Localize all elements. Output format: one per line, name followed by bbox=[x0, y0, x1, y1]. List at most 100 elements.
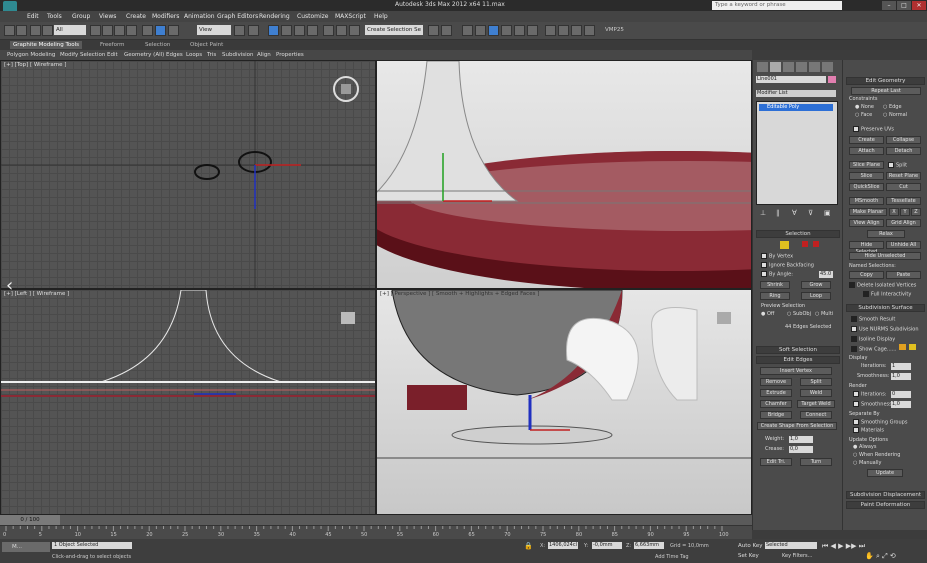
ribbon-properties[interactable]: Properties bbox=[276, 52, 304, 58]
render-iterative-icon[interactable] bbox=[545, 25, 556, 36]
reference-coord-dropdown[interactable]: View bbox=[197, 25, 231, 35]
menu-modifiers[interactable]: Modifiers bbox=[152, 13, 179, 20]
menu-views[interactable]: Views bbox=[99, 13, 116, 20]
slice-plane-button[interactable]: Slice Plane bbox=[849, 161, 884, 169]
menu-graph-editors[interactable]: Graph Editors bbox=[217, 13, 258, 20]
select-object-icon[interactable] bbox=[90, 25, 101, 36]
env-effects-icon[interactable] bbox=[571, 25, 582, 36]
constraint-normal-radio[interactable]: ○ Normal bbox=[883, 112, 907, 118]
cut-button[interactable]: Cut bbox=[886, 183, 921, 191]
delete-isolated-checkbox[interactable]: Delete Isolated Vertices bbox=[849, 282, 916, 289]
render-production-icon[interactable] bbox=[527, 25, 538, 36]
subdivision-surface-rollout[interactable]: Subdivision Surface bbox=[846, 304, 925, 312]
ribbon-loops[interactable]: Loops bbox=[186, 52, 202, 58]
use-nurms-checkbox[interactable]: Use NURMS Subdivision bbox=[851, 326, 919, 333]
time-slider[interactable]: 0 / 100 bbox=[0, 515, 752, 525]
pin-stack-icon[interactable]: ⊥ bbox=[760, 209, 766, 217]
remove-button[interactable]: Remove bbox=[760, 378, 792, 386]
select-scale-icon[interactable] bbox=[168, 25, 179, 36]
track-bar[interactable]: 0 5 10 15 20 25 30 35 40 45 50 55 60 65 70 75 80 85 90 95 10… bbox=[0, 525, 752, 539]
constraint-none-radio[interactable]: ● None bbox=[855, 104, 874, 110]
extrude-button[interactable]: Extrude bbox=[760, 389, 792, 397]
connect-button[interactable]: Connect bbox=[800, 411, 832, 419]
modify-tab-icon[interactable] bbox=[770, 62, 781, 72]
update-button[interactable]: Update bbox=[867, 469, 903, 477]
turn-button[interactable]: Turn bbox=[800, 458, 832, 466]
viewport-perspective[interactable]: [+] [ Perspective ] [ Smooth + Highlight… bbox=[376, 289, 752, 515]
viewport-label[interactable]: [+] [ Perspective ] [ Smooth + Highlight… bbox=[380, 291, 539, 297]
ribbon-polygon-modeling[interactable]: Polygon Modeling bbox=[7, 52, 55, 58]
window-crossing-icon[interactable] bbox=[126, 25, 137, 36]
set-key-button[interactable]: Set Key bbox=[738, 553, 759, 559]
grow-button[interactable]: Grow bbox=[801, 281, 831, 289]
smooth-result-checkbox[interactable]: Smooth Result bbox=[851, 316, 895, 323]
object-name-field[interactable]: Line001 bbox=[756, 76, 826, 83]
tab-selection[interactable]: Selection bbox=[145, 42, 170, 48]
render-setup-icon[interactable] bbox=[501, 25, 512, 36]
ignore-backfacing-checkbox[interactable]: Ignore Backfacing bbox=[761, 262, 814, 269]
edit-named-sets-icon[interactable] bbox=[323, 25, 334, 36]
ring-button[interactable]: Ring bbox=[760, 292, 790, 300]
chamfer-button[interactable]: Chamfer bbox=[760, 400, 792, 408]
y-coordinate-field[interactable]: -0,0mm bbox=[592, 542, 622, 549]
weld-button[interactable]: Weld bbox=[800, 389, 832, 397]
insert-vertex-button[interactable]: Insert Vertex bbox=[760, 367, 832, 375]
select-by-name-icon[interactable] bbox=[102, 25, 113, 36]
paint-deformation-rollout[interactable]: Paint Deformation bbox=[846, 501, 925, 509]
close-button[interactable]: ✕ bbox=[912, 1, 926, 10]
viewport-nav-icons[interactable]: ✋ ⌕ ⤢ ⟲ bbox=[865, 552, 896, 561]
maxscript-listener[interactable]: M... bbox=[2, 542, 50, 552]
smoothness-field[interactable]: 1,0 bbox=[891, 373, 911, 380]
ribbon-align[interactable]: Align bbox=[257, 52, 271, 58]
mirror-icon[interactable] bbox=[336, 25, 347, 36]
curve-editor-icon[interactable] bbox=[462, 25, 473, 36]
menu-customize[interactable]: Customize bbox=[297, 13, 329, 20]
utilities-tab-icon[interactable] bbox=[822, 62, 833, 72]
split-button[interactable]: Split bbox=[800, 378, 832, 386]
x-coordinate-field[interactable]: 1406,024cl bbox=[548, 542, 578, 549]
edge-subobject-icon[interactable] bbox=[780, 241, 789, 249]
full-interactivity-checkbox[interactable]: Full Interactivity bbox=[863, 291, 911, 298]
menu-tools[interactable]: Tools bbox=[47, 13, 62, 20]
by-angle-value[interactable]: 45.0 bbox=[819, 271, 833, 278]
render-message-icon[interactable] bbox=[584, 25, 595, 36]
update-manually-radio[interactable]: ○ Manually bbox=[853, 460, 881, 466]
maximize-button[interactable]: □ bbox=[897, 1, 911, 10]
viewport-camera-closeup[interactable] bbox=[376, 60, 752, 289]
make-planar-button[interactable]: Make Planar bbox=[849, 208, 887, 216]
ribbon-tris[interactable]: Tris bbox=[207, 52, 216, 58]
show-end-result-icon[interactable]: ∥ bbox=[776, 209, 780, 217]
motion-tab-icon[interactable] bbox=[796, 62, 807, 72]
slice-button[interactable]: Slice bbox=[849, 172, 884, 180]
materials-checkbox[interactable]: Materials bbox=[853, 427, 884, 434]
selected-set-dropdown[interactable]: Selected bbox=[765, 542, 817, 549]
soft-selection-rollout[interactable]: Soft Selection bbox=[756, 346, 840, 354]
msmooth-button[interactable]: MSmooth bbox=[849, 197, 884, 205]
detach-button[interactable]: Detach bbox=[886, 147, 921, 155]
relax-button[interactable]: Relax bbox=[867, 230, 905, 238]
spinner-snap-icon[interactable] bbox=[307, 25, 318, 36]
select-rotate-icon[interactable] bbox=[155, 25, 166, 36]
hide-selected-button[interactable]: Hide Selected bbox=[849, 241, 884, 255]
iterations-field[interactable]: 1 bbox=[891, 363, 911, 370]
hierarchy-tab-icon[interactable] bbox=[783, 62, 794, 72]
display-tab-icon[interactable] bbox=[809, 62, 820, 72]
auto-key-button[interactable]: Auto Key bbox=[738, 543, 763, 549]
remove-modifier-icon[interactable]: ⊽ bbox=[808, 209, 813, 217]
cage-color-1-swatch[interactable] bbox=[899, 344, 906, 350]
layer-manager-icon[interactable] bbox=[428, 25, 439, 36]
viewport-left[interactable]: [+] [Left ] [ Wireframe ] bbox=[0, 289, 376, 515]
constraint-edge-radio[interactable]: ○ Edge bbox=[883, 104, 902, 110]
weight-field[interactable]: 1,0 bbox=[789, 436, 813, 443]
undo-icon[interactable] bbox=[4, 25, 15, 36]
named-selection-dropdown[interactable]: Create Selection Se bbox=[365, 25, 423, 35]
modifier-list-dropdown[interactable]: Modifier List bbox=[756, 90, 836, 97]
viewport-label[interactable]: [+] [Left ] [ Wireframe ] bbox=[4, 291, 69, 297]
smoothing-groups-checkbox[interactable]: Smoothing Groups bbox=[853, 419, 907, 426]
material-editor-icon[interactable] bbox=[488, 25, 499, 36]
stack-item-editable-poly[interactable]: Editable Poly bbox=[759, 104, 833, 111]
angle-snap-icon[interactable] bbox=[281, 25, 292, 36]
ribbon-modify-selection[interactable]: Modify Selection bbox=[60, 52, 105, 58]
add-time-tag[interactable]: Add Time Tag bbox=[655, 554, 689, 560]
edit-tri-button[interactable]: Edit Tri. bbox=[760, 458, 792, 466]
